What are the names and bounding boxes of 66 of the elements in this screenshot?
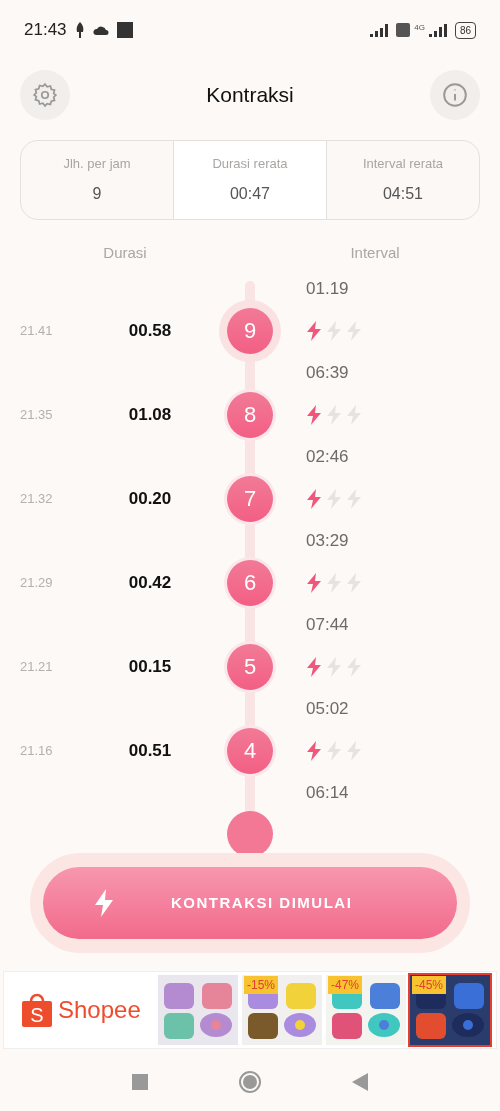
info-icon (442, 82, 468, 108)
stat-label: Jlh. per jam (63, 155, 131, 174)
contraction-time: 21.29 (19, 573, 54, 592)
square-icon (132, 1074, 148, 1091)
interval-value: 03:29 (306, 529, 349, 552)
contraction-time: 21.16 (19, 741, 54, 760)
lightning-icon (93, 889, 115, 917)
stat-label: Durasi rerata (212, 155, 288, 174)
stat-value: 00:47 (229, 183, 270, 204)
stat-label: Interval rerata (362, 155, 444, 174)
stat-value: 9 (92, 183, 102, 204)
battery-indicator: 86 (454, 21, 476, 39)
discount-badge: -47% (328, 976, 362, 994)
start-contraction-button[interactable]: KONTRAKSI DIMULAI (43, 867, 457, 939)
contraction-number: 4 (227, 727, 273, 774)
home-icon (238, 1069, 262, 1094)
lightning-icon (306, 488, 322, 509)
signal-icon (428, 23, 447, 37)
notification-icon (74, 22, 85, 38)
interval-value: 01.19 (306, 277, 349, 300)
duration-value: 01.08 (128, 403, 172, 426)
settings-button[interactable] (20, 70, 70, 120)
column-heading: Durasi (103, 243, 147, 263)
lightning-icon (306, 320, 322, 341)
interval-value: 07:44 (306, 613, 349, 636)
duration-value: 00.20 (128, 487, 172, 510)
contraction-number: 8 (227, 391, 273, 438)
interval-value: 02:46 (306, 445, 349, 468)
volte-icon (396, 23, 411, 37)
lightning-icon (306, 404, 322, 425)
status-time: 21:43 (24, 19, 67, 42)
ad-banner[interactable]: S Shopee -15% -47% -45% (3, 971, 497, 1049)
lightning-icon (306, 740, 322, 761)
contraction-number: 7 (227, 475, 273, 522)
interval-value: 05:02 (306, 697, 349, 720)
duration-value: 00.15 (128, 655, 172, 678)
brand-name: Shopee (58, 995, 141, 1025)
product-thumbnail[interactable]: -45% (410, 975, 490, 1045)
interval-value: 06:39 (306, 361, 349, 384)
contraction-time: 21.41 (19, 321, 54, 340)
cloud-icon (92, 25, 109, 35)
settings-icon (32, 82, 58, 108)
shopping-bag-icon (22, 993, 52, 1027)
home-button[interactable] (238, 1069, 262, 1094)
interval-value: 06:14 (306, 781, 349, 804)
page-title: Kontraksi (206, 82, 294, 109)
logo-letter: S (30, 1004, 44, 1026)
stat-value: 04:51 (382, 183, 423, 204)
discount-badge: -15% (244, 976, 278, 994)
contraction-time: 21.35 (19, 405, 54, 424)
contraction-time: 21.21 (19, 657, 54, 676)
discount-badge: -45% (412, 976, 446, 994)
lightning-icon (306, 572, 322, 593)
network-label: 4G (414, 21, 425, 34)
duration-value: 00.58 (128, 319, 172, 342)
back-icon (352, 1073, 368, 1092)
lightning-icon (306, 656, 322, 677)
contraction-number: 5 (227, 643, 273, 690)
contraction-time: 21.32 (19, 489, 54, 508)
square-icon (116, 22, 133, 38)
timeline-node (227, 810, 273, 856)
column-heading: Interval (350, 243, 400, 263)
duration-value: 00.51 (128, 739, 172, 762)
duration-value: 00.42 (128, 571, 172, 594)
info-button[interactable] (430, 70, 480, 120)
contraction-number: 6 (227, 559, 273, 606)
